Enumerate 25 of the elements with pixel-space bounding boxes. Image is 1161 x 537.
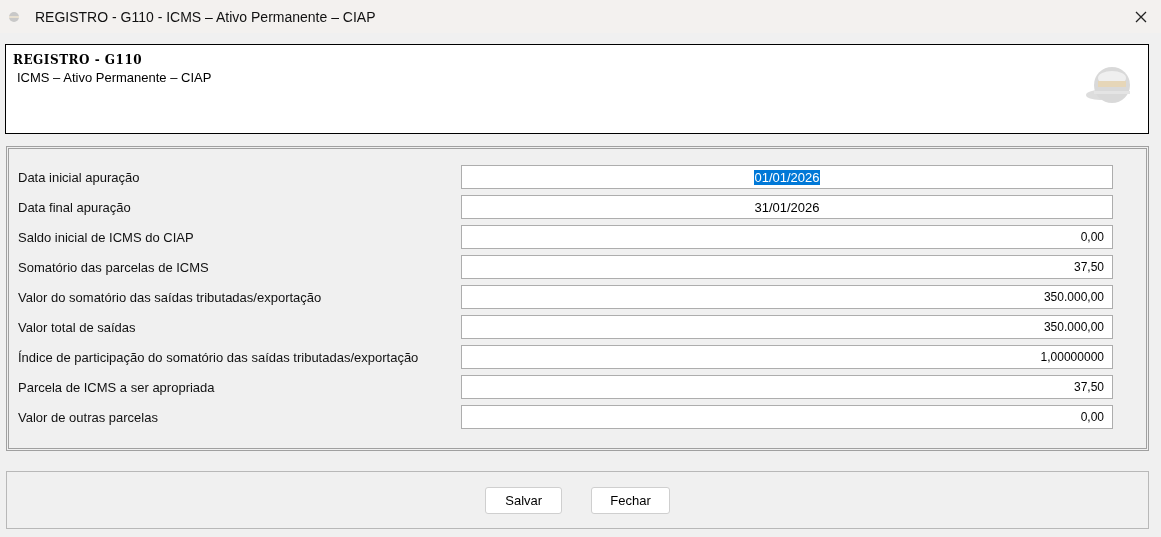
field-label: Valor de outras parcelas bbox=[18, 409, 159, 425]
field-label: Valor total de saídas bbox=[18, 319, 137, 335]
field-label: Índice de participação do somatório das saídas tributadas/exportação bbox=[18, 349, 420, 365]
field-label: Data inicial apuração bbox=[18, 169, 141, 185]
input-field[interactable]: 350.000,00 bbox=[461, 315, 1113, 339]
input-field[interactable]: 0,00 bbox=[461, 405, 1113, 429]
input-field[interactable]: 350.000,00 bbox=[461, 285, 1113, 309]
dialog-button[interactable]: Fechar bbox=[591, 487, 670, 514]
input-field[interactable]: 31/01/2026 bbox=[461, 195, 1113, 219]
input-field[interactable]: 0,00 bbox=[461, 225, 1113, 249]
record-subtitle: ICMS – Ativo Permanente – CIAP bbox=[17, 70, 212, 85]
globe-icon bbox=[8, 10, 20, 23]
field-label: Somatório das parcelas de ICMS bbox=[18, 259, 210, 275]
field-label: Parcela de ICMS a ser apropriada bbox=[18, 379, 216, 395]
input-field[interactable]: 37,50 bbox=[461, 255, 1113, 279]
input-field[interactable]: 01/01/2026 bbox=[461, 165, 1113, 189]
window-title: REGISTRO - G110 - ICMS – Ativo Permanente – CIAP bbox=[35, 8, 376, 25]
input-field[interactable]: 1,00000000 bbox=[461, 345, 1113, 369]
dialog-button[interactable]: Salvar bbox=[485, 487, 563, 514]
record-title: REGISTRO - G110 bbox=[13, 53, 144, 67]
input-field[interactable]: 37,50 bbox=[461, 375, 1113, 399]
field-label: Valor do somatório das saídas tributadas/exportação bbox=[18, 289, 323, 305]
close-icon[interactable] bbox=[1135, 10, 1147, 23]
field-label: Saldo inicial de ICMS do CIAP bbox=[18, 229, 195, 245]
field-label: Data final apuração bbox=[18, 199, 132, 215]
